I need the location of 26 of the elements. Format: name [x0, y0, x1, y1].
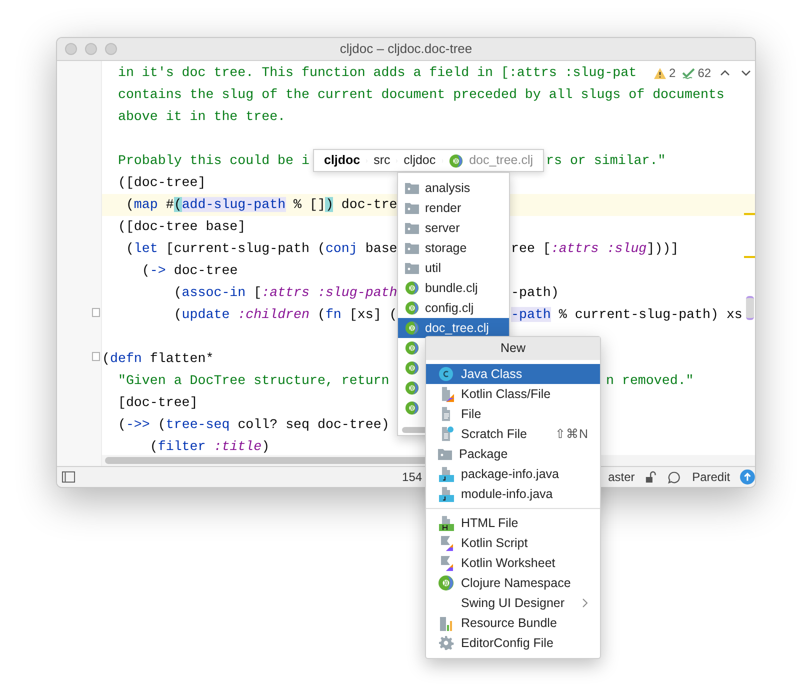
code-line: contains the slug of the current document preceded by all slugs of documents: [116, 87, 724, 102]
code-line: (assoc-in [:attrs :slug-path: [172, 285, 398, 300]
code-line: (update :children (fn [xs] (: [172, 307, 398, 322]
code-line: (-> doc-tree: [140, 263, 238, 278]
window-title: cljdoc – cljdoc.doc-tree: [340, 40, 472, 58]
code-line: ([doc-tree base]: [116, 219, 246, 234]
code-line: (map #(add-slug-path % []) doc-tre: [124, 197, 398, 212]
code-line: [doc-tree]: [116, 395, 198, 410]
code-line: ree [:attrs :slug]))]: [511, 240, 679, 258]
code-line: -path % current-slug-path) xs: [511, 306, 742, 324]
code-line: (->> (tree-seq coll? seq doc-tree): [116, 417, 390, 432]
code-line: (defn flatten*: [102, 351, 214, 366]
warning-count: 2: [669, 65, 676, 82]
code-line: rs or similar.": [546, 152, 666, 170]
code-line: -path): [511, 284, 559, 302]
code-line: ([doc-tree]: [116, 175, 206, 190]
code-line: (filter :title): [148, 439, 270, 454]
shortcut: ⇧⌘N: [554, 426, 588, 443]
code-line: above it in the tree.: [116, 109, 286, 124]
code-line: (let [current-slug-path (conj base: [124, 241, 398, 256]
code-line: "Given a DocTree structure, return: [116, 373, 390, 388]
code-line: n removed.": [606, 372, 694, 390]
code-line: in it's doc tree. This function adds a field in [:attrs :slug-pat: [116, 65, 637, 80]
check-count: 62: [698, 65, 712, 82]
code-line: Probably this could be i: [116, 153, 310, 168]
menu-title: New: [426, 337, 600, 360]
